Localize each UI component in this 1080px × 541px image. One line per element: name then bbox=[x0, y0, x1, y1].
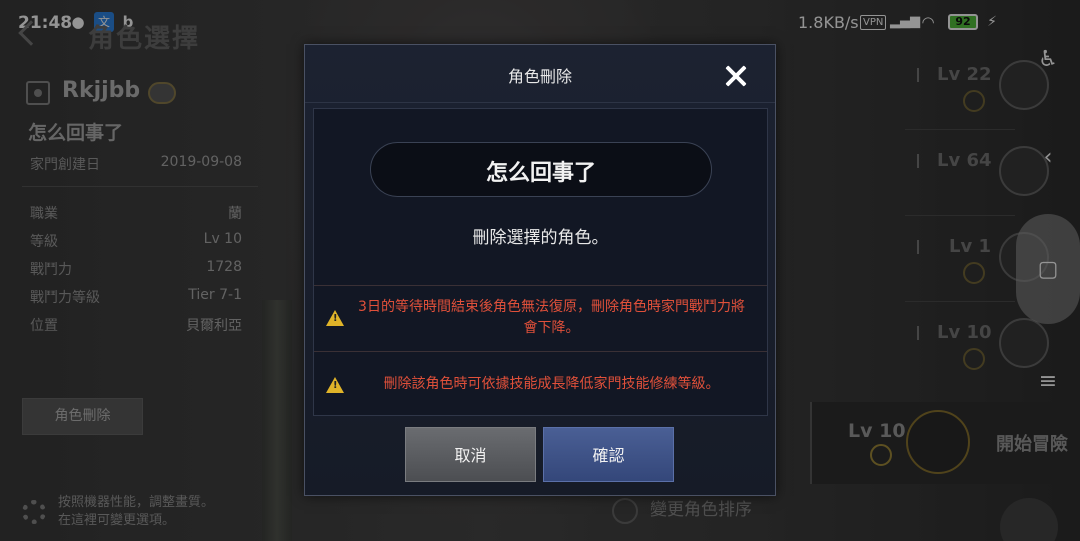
cancel-button[interactable]: 取消 bbox=[405, 427, 536, 482]
dialog-body: 怎么回事了 刪除選擇的角色。 3日的等待時間結束後角色無法復原，刪除角色時家門戰… bbox=[313, 108, 768, 416]
dialog-character-name: 怎么回事了 bbox=[485, 161, 596, 186]
dialog-title: 角色刪除 bbox=[507, 67, 572, 86]
warning-icon bbox=[326, 377, 344, 393]
dialog-header: 角色刪除 bbox=[305, 45, 775, 103]
warning-row: 3日的等待時間結束後角色無法復原，刪除角色時家門戰鬥力將會下降。 bbox=[314, 285, 767, 351]
warning-text: 刪除該角色時可依據技能成長降低家門技能修練等級。 bbox=[383, 376, 720, 392]
close-icon[interactable] bbox=[725, 65, 747, 87]
confirm-button[interactable]: 確認 bbox=[543, 427, 674, 482]
confirm-message: 刪除選擇的角色。 bbox=[472, 228, 609, 248]
delete-character-dialog: 角色刪除 怎么回事了 刪除選擇的角色。 3日的等待時間結束後角色無法復原，刪除角… bbox=[304, 44, 776, 496]
warning-text: 3日的等待時間結束後角色無法復原，刪除角色時家門戰鬥力將會下降。 bbox=[358, 299, 745, 336]
warning-row: 刪除該角色時可依據技能成長降低家門技能修練等級。 bbox=[314, 351, 767, 417]
warning-icon bbox=[326, 310, 344, 326]
character-name-pill: 怎么回事了 bbox=[370, 142, 712, 197]
